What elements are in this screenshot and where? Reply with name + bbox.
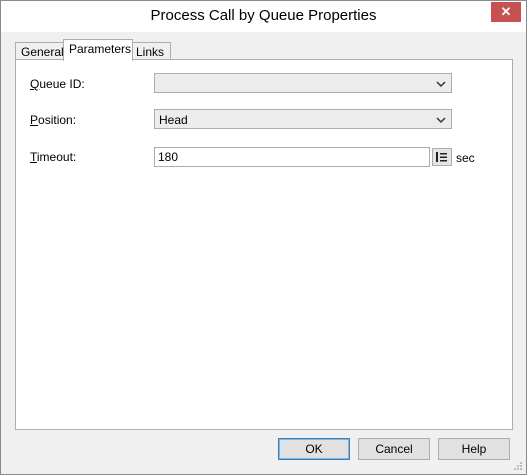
- timeout-picker-button[interactable]: [432, 148, 452, 166]
- tab-parameters[interactable]: Parameters: [63, 39, 133, 61]
- number-picker-icon: [433, 152, 451, 168]
- cancel-button[interactable]: Cancel: [358, 438, 430, 460]
- close-icon: ✕: [500, 4, 512, 19]
- chevron-down-icon: [436, 110, 446, 138]
- position-label: Position:: [30, 113, 77, 127]
- help-button[interactable]: Help: [438, 438, 510, 460]
- parameters-panel: Queue ID: Position: Head Timeout: 180 se…: [15, 59, 513, 430]
- timeout-value: 180: [158, 150, 179, 164]
- dialog-window: Process Call by Queue Properties ✕ Gener…: [0, 0, 527, 475]
- cancel-button-label: Cancel: [375, 442, 413, 456]
- position-value: Head: [159, 113, 188, 127]
- timeout-input[interactable]: 180: [154, 147, 430, 167]
- tab-parameters-label: Parameters: [69, 42, 132, 56]
- position-select[interactable]: Head: [154, 109, 452, 129]
- resize-grip-icon[interactable]: [513, 461, 523, 471]
- window-title: Process Call by Queue Properties: [150, 7, 377, 24]
- timeout-label: Timeout:: [30, 150, 77, 164]
- tab-general-label: General: [21, 45, 64, 59]
- chevron-down-icon: [436, 74, 446, 102]
- ok-button-label: OK: [305, 442, 323, 456]
- queue-id-select[interactable]: [154, 73, 452, 93]
- tab-links-label: Links: [135, 45, 164, 59]
- close-button[interactable]: ✕: [491, 2, 521, 22]
- queue-id-label: Queue ID:: [30, 77, 85, 91]
- ok-button[interactable]: OK: [278, 438, 350, 460]
- timeout-unit: sec: [456, 151, 475, 165]
- title-bar[interactable]: Process Call by Queue Properties ✕: [1, 1, 526, 32]
- help-button-label: Help: [461, 442, 487, 456]
